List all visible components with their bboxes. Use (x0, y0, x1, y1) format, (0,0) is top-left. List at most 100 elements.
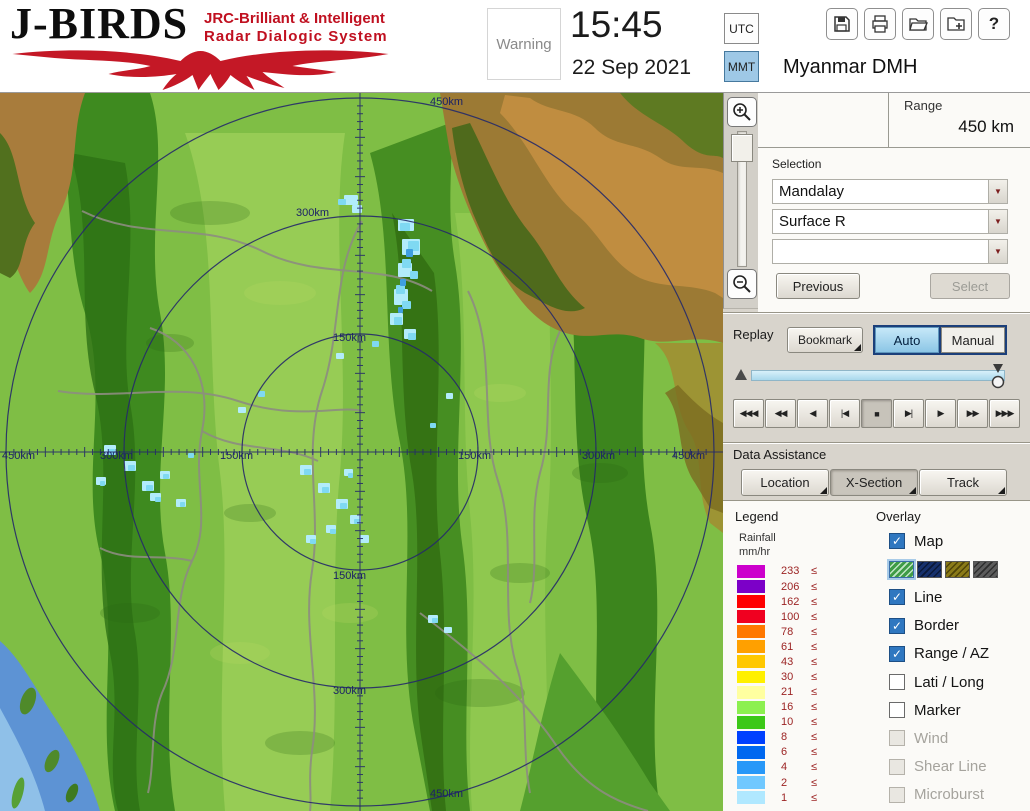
map-style-green-hatch[interactable] (889, 560, 914, 578)
option-dropdown[interactable]: ▼ (772, 239, 1008, 264)
range-ring-label: 450km (2, 450, 35, 462)
legend-color-swatch (737, 761, 765, 774)
manual-button[interactable]: Manual (941, 327, 1005, 353)
legend-value: 206 (781, 580, 800, 593)
bookmark-button[interactable]: Bookmark (787, 327, 863, 353)
overlay-item-lati-long[interactable]: Lati / Long (889, 668, 1029, 696)
legend-suffix: ≤ (811, 731, 818, 744)
playback-fast-forward-button[interactable]: ▶▶ (957, 399, 988, 428)
overlay-item-range-az[interactable]: ✓ Range / AZ (889, 640, 1029, 668)
timeline-track[interactable] (751, 370, 1005, 381)
logo-title: J-BIRDS (10, 0, 189, 48)
checkbox-map[interactable]: ✓ (889, 533, 905, 550)
timezone-utc-button[interactable]: UTC (724, 13, 759, 44)
auto-button[interactable]: Auto (875, 327, 939, 353)
legend-value: 162 (781, 595, 800, 608)
overlay-label: Overlay (876, 509, 921, 524)
selection-panel: Range 450 km Selection Mandalay ▼ Surfac… (758, 93, 1030, 312)
legend-row: 43 ≤ (737, 655, 847, 669)
open-folder-button[interactable] (902, 8, 934, 40)
playback-play-reverse-button[interactable]: ◀ (797, 399, 828, 428)
overlay-item-line[interactable]: ✓ Line (889, 583, 1029, 611)
radar-map-view[interactable]: 450km 300km 150km 450km 300km 150km 150km 300km… (0, 93, 723, 811)
previous-button[interactable]: Previous (776, 273, 860, 299)
chevron-down-icon[interactable]: ▼ (988, 180, 1007, 203)
legend-row: 21 ≤ (737, 685, 847, 699)
range-ring-label: 450km (430, 788, 463, 800)
overlay-item-label: Border (914, 617, 960, 635)
playback-fast-rewind-button[interactable]: ◀◀ (765, 399, 796, 428)
overlay-item-shear-line[interactable]: Shear Line (889, 753, 1029, 781)
legend-unit-line1: Rainfall (739, 532, 776, 544)
range-ring-label: 150km (458, 450, 491, 462)
timeline-handle[interactable] (991, 363, 1005, 391)
overlay-item-microburst[interactable]: Microburst (889, 781, 1029, 809)
checkbox-range-az[interactable]: ✓ (889, 645, 905, 662)
chevron-down-icon[interactable]: ▼ (988, 240, 1007, 263)
overlay-item-marker[interactable]: Marker (889, 696, 1029, 724)
range-value: 450 km (958, 117, 1014, 136)
zoom-slider-thumb[interactable] (731, 134, 753, 162)
overlay-item-border[interactable]: ✓ Border (889, 612, 1029, 640)
overlay-item-label: Marker (914, 701, 961, 719)
checkbox-line[interactable]: ✓ (889, 589, 905, 606)
legend-row: 16 ≤ (737, 700, 847, 714)
legend-suffix: ≤ (811, 610, 818, 623)
playback-step-back-button[interactable]: |◀ (829, 399, 860, 428)
location-button[interactable]: Location (741, 469, 829, 496)
playback-play-button[interactable]: ▶ (925, 399, 956, 428)
range-label: Range (904, 98, 943, 113)
export-button[interactable] (940, 8, 972, 40)
checkbox-marker[interactable] (889, 702, 905, 719)
legend-suffix: ≤ (811, 655, 818, 668)
legend-overlay-panel: Legend Overlay Rainfall mm/hr 233 ≤206 ≤16… (723, 500, 1030, 811)
checkbox-lati-long[interactable] (889, 674, 905, 691)
overlay-item-label: Wind (914, 729, 949, 747)
selection-label: Selection (772, 157, 822, 171)
legend-scale: 233 ≤206 ≤162 ≤100 ≤78 ≤61 ≤43 ≤30 ≤21 ≤16 ≤10 ≤8 ≤6… (737, 565, 847, 806)
zoom-in-button[interactable] (727, 97, 757, 127)
playback-skip-start-button[interactable]: ◀◀◀ (733, 399, 764, 428)
playback-skip-end-button[interactable]: ▶▶▶ (989, 399, 1020, 428)
legend-color-swatch (737, 565, 765, 578)
zoom-out-button[interactable] (727, 269, 757, 299)
clock-date: 22 Sep 2021 (572, 56, 692, 79)
legend-value: 1 (781, 791, 788, 804)
radar-svg: 450km 300km 150km 450km 300km 150km 150km 300km… (0, 93, 723, 811)
replay-panel: Replay Bookmark Auto Manual ◀◀◀ ◀◀ ◀ |◀ ■ ▶| ▶… (723, 312, 1030, 443)
bookmark-label: Bookmark (797, 333, 853, 347)
legend-row: 233 ≤ (737, 565, 847, 578)
x-section-label: X-Section (845, 475, 903, 490)
replay-mode-group: Auto Manual (873, 325, 1007, 355)
help-button[interactable]: ? (978, 8, 1010, 40)
print-button[interactable] (864, 8, 896, 40)
legend-suffix: ≤ (811, 776, 818, 789)
overlay-item-map[interactable]: ✓ Map (889, 527, 1029, 555)
map-style-gray-hatch[interactable] (973, 560, 998, 578)
save-button[interactable] (826, 8, 858, 40)
legend-color-swatch (737, 610, 765, 624)
playback-step-forward-button[interactable]: ▶| (893, 399, 924, 428)
station-name: Myanmar DMH (783, 56, 918, 78)
range-ring-label: 300km (296, 207, 329, 219)
range-ring-label: 450km (430, 96, 463, 108)
range-ring-label: 300km (100, 450, 133, 462)
track-button[interactable]: Track (919, 469, 1007, 496)
map-style-olive-hatch[interactable] (945, 560, 970, 578)
chevron-down-icon[interactable]: ▼ (988, 210, 1007, 233)
site-dropdown[interactable]: Mandalay ▼ (772, 179, 1008, 204)
legend-row: 78 ≤ (737, 625, 847, 639)
checkbox-border[interactable]: ✓ (889, 617, 905, 634)
product-dropdown[interactable]: Surface R ▼ (772, 209, 1008, 234)
playback-stop-button[interactable]: ■ (861, 399, 892, 428)
map-style-navy-hatch[interactable] (917, 560, 942, 578)
legend-value: 43 (781, 655, 794, 668)
select-button[interactable]: Select (930, 273, 1010, 299)
x-section-button[interactable]: X-Section (830, 469, 918, 496)
legend-color-swatch (737, 715, 765, 729)
timezone-mmt-button[interactable]: MMT (724, 51, 759, 82)
checkbox-wind (889, 730, 905, 747)
site-dropdown-value: Mandalay (779, 183, 845, 200)
legend-value: 100 (781, 610, 800, 623)
overlay-item-wind[interactable]: Wind (889, 724, 1029, 752)
